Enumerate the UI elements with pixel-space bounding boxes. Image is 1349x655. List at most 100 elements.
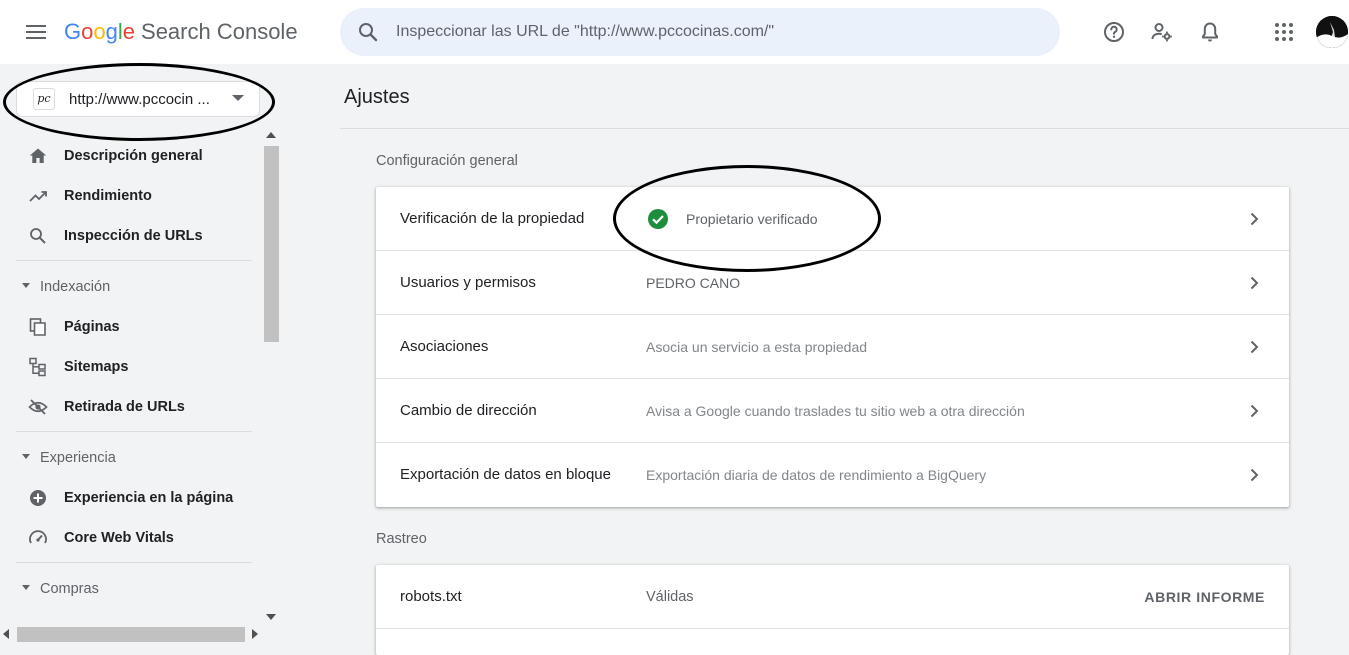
settings-row-change-of-address[interactable]: Cambio de dirección Avisa a Google cuand…	[376, 379, 1289, 443]
sidebar-horizontal-scrollbar[interactable]	[0, 626, 263, 643]
title-divider	[340, 128, 1349, 129]
sidebar-item-label: Inspección de URLs	[64, 228, 203, 244]
sitemap-icon	[29, 357, 46, 377]
chevron-right-icon	[1250, 404, 1259, 418]
search-input[interactable]	[396, 8, 1046, 56]
sidebar-item-label: Páginas	[64, 319, 120, 335]
sidebar-item-sitemaps[interactable]: Sitemaps	[16, 347, 252, 387]
scroll-right-icon[interactable]	[252, 629, 258, 639]
scroll-down-icon[interactable]	[266, 614, 276, 620]
collapse-arrow-icon	[22, 283, 30, 288]
settings-row-associations[interactable]: Asociaciones Asocia un servicio a esta p…	[376, 315, 1289, 379]
general-settings-heading: Configuración general	[376, 153, 518, 169]
row-value: Exportación diaria de datos de rendimien…	[646, 467, 987, 483]
sidebar-item-label: Retirada de URLs	[64, 399, 185, 415]
collapse-arrow-icon	[22, 585, 30, 590]
logo-letter: e	[122, 19, 136, 44]
logo-letter: G	[64, 19, 82, 44]
home-icon	[29, 148, 47, 163]
chevron-right-icon	[1250, 468, 1259, 482]
sidebar-section-indexing[interactable]: Indexación	[16, 265, 252, 307]
url-inspection-search[interactable]	[340, 8, 1060, 56]
apps-icon[interactable]	[1272, 20, 1296, 44]
sidebar-section-experience[interactable]: Experiencia	[16, 436, 252, 478]
main-content: Ajustes Configuración general Verificaci…	[280, 64, 1349, 655]
scrollbar-thumb[interactable]	[17, 627, 245, 642]
sidebar-item-label: Rendimiento	[64, 188, 152, 204]
check-circle-icon	[648, 209, 668, 229]
settings-row-users-permissions[interactable]: Usuarios y permisos PEDRO CANO	[376, 251, 1289, 315]
scroll-left-icon[interactable]	[3, 629, 9, 639]
crawling-card: robots.txt Válidas ABRIR INFORME	[376, 565, 1289, 655]
row-label: robots.txt	[400, 588, 462, 605]
notifications-icon[interactable]	[1198, 20, 1222, 44]
row-value: Asocia un servicio a esta propiedad	[646, 339, 868, 355]
scroll-up-icon[interactable]	[266, 132, 276, 138]
row-value: Avisa a Google cuando traslades tu sitio…	[646, 403, 1025, 419]
visibility-off-icon	[28, 399, 48, 415]
manage-users-icon[interactable]	[1150, 20, 1174, 44]
scrollbar-thumb[interactable]	[264, 146, 279, 342]
logo-letter: o	[93, 19, 106, 44]
account-avatar[interactable]	[1316, 16, 1348, 48]
add-circle-icon	[30, 490, 46, 506]
open-report-button[interactable]: ABRIR INFORME	[1144, 589, 1265, 605]
sidebar-item-pages[interactable]: Páginas	[16, 307, 252, 347]
settings-row-ownership-verification[interactable]: Verificación de la propiedad Propietario…	[376, 187, 1289, 251]
sidebar-item-removals[interactable]: Retirada de URLs	[16, 387, 252, 427]
search-icon[interactable]	[356, 20, 380, 44]
sidebar-item-overview[interactable]: Descripción general	[16, 136, 252, 176]
dropdown-arrow-icon	[232, 95, 244, 101]
pages-icon	[29, 318, 46, 336]
sidebar-item-label: Descripción general	[64, 148, 203, 164]
search-icon	[30, 228, 46, 244]
section-label: Experiencia	[40, 450, 116, 466]
sidebar-section-shopping[interactable]: Compras	[16, 567, 252, 609]
settings-row-bulk-data-export[interactable]: Exportación de datos en bloque Exportaci…	[376, 443, 1289, 507]
sidebar-nav: Descripción general Rendimiento Inspecci…	[16, 136, 252, 609]
row-value: PEDRO CANO	[646, 275, 741, 291]
chevron-right-icon	[1250, 340, 1259, 354]
row-label: Usuarios y permisos	[400, 274, 536, 291]
sidebar-item-core-web-vitals[interactable]: Core Web Vitals	[16, 518, 252, 558]
row-label: Cambio de dirección	[400, 402, 537, 419]
nav-divider	[16, 562, 252, 563]
page-title: Ajustes	[344, 86, 410, 108]
section-label: Indexación	[40, 279, 111, 295]
logo-letter: o	[81, 19, 94, 44]
sidebar-item-label: Sitemaps	[64, 359, 129, 375]
row-label: Asociaciones	[400, 338, 489, 355]
sidebar-item-page-experience[interactable]: Experiencia en la página	[16, 478, 252, 518]
logo-product-name: Search Console	[141, 19, 298, 44]
settings-row-robots-txt[interactable]: robots.txt Válidas ABRIR INFORME	[376, 565, 1289, 629]
sidebar-item-url-inspection[interactable]: Inspección de URLs	[16, 216, 252, 256]
section-label: Compras	[40, 581, 99, 597]
sidebar: pc http://www.pccocin ... Descripción ge…	[0, 64, 280, 643]
chevron-right-icon	[1250, 212, 1259, 226]
row-value: Propietario verificado	[686, 211, 818, 227]
speed-icon	[29, 530, 47, 544]
sidebar-vertical-scrollbar[interactable]	[263, 64, 280, 626]
help-icon[interactable]	[1102, 20, 1126, 44]
logo-letter: g	[105, 19, 118, 44]
sidebar-item-label: Core Web Vitals	[64, 530, 174, 546]
row-value: Válidas	[646, 589, 694, 605]
trending-up-icon	[29, 191, 47, 202]
row-label: Verificación de la propiedad	[400, 210, 585, 227]
sidebar-item-label: Experiencia en la página	[64, 490, 234, 506]
property-selector[interactable]: pc http://www.pccocin ...	[16, 81, 260, 117]
search-console-logo[interactable]: Google Search Console	[64, 19, 298, 45]
property-label: http://www.pccocin ...	[69, 91, 210, 108]
sidebar-item-performance[interactable]: Rendimiento	[16, 176, 252, 216]
row-label: Exportación de datos en bloque	[400, 466, 611, 483]
chevron-right-icon	[1250, 276, 1259, 290]
general-settings-card: Verificación de la propiedad Propietario…	[376, 187, 1289, 507]
crawling-heading: Rastreo	[376, 531, 427, 547]
menu-icon[interactable]	[22, 20, 50, 44]
nav-divider	[16, 431, 252, 432]
avatar-image	[1316, 16, 1348, 48]
property-favicon: pc	[33, 88, 55, 110]
nav-divider	[16, 260, 252, 261]
collapse-arrow-icon	[22, 454, 30, 459]
top-app-bar: Google Search Console	[0, 0, 1349, 64]
